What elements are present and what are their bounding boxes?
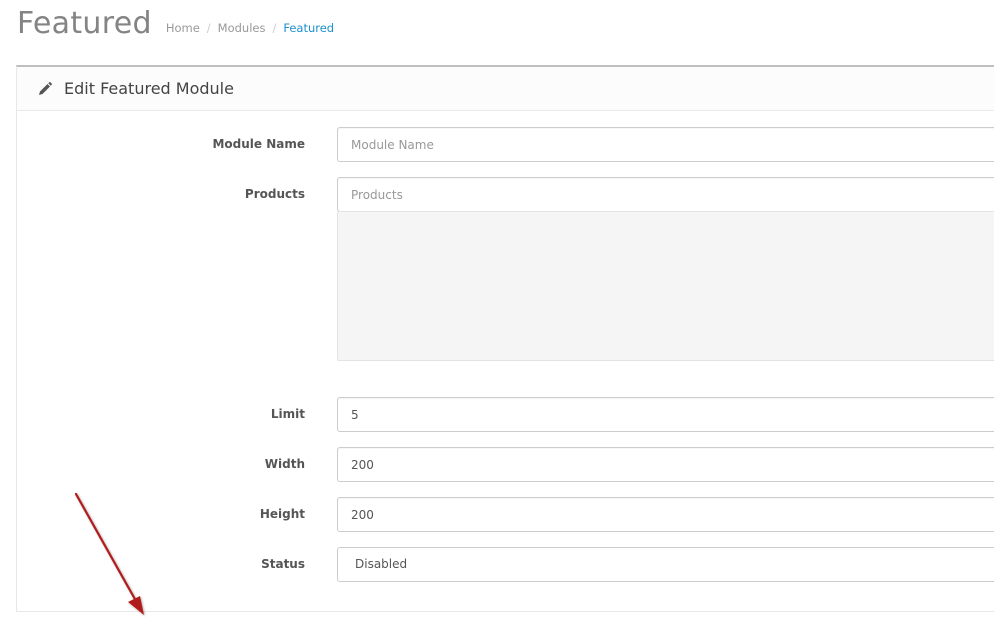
panel-title: Edit Featured Module	[64, 79, 234, 98]
module-name-input[interactable]	[337, 127, 994, 162]
breadcrumb-separator: /	[272, 21, 277, 35]
breadcrumb-home-link[interactable]: Home	[166, 20, 200, 36]
page-title: Featured	[17, 6, 152, 41]
breadcrumb-separator: /	[206, 21, 211, 35]
limit-input[interactable]	[337, 397, 994, 432]
status-label: Status	[261, 557, 305, 571]
edit-module-panel: Edit Featured Module Module Name Product…	[16, 65, 994, 612]
breadcrumb-modules-link[interactable]: Modules	[218, 20, 266, 36]
height-input[interactable]	[337, 497, 994, 532]
status-select[interactable]: Disabled	[337, 547, 994, 582]
breadcrumb-featured-link[interactable]: Featured	[283, 20, 334, 36]
products-list-box[interactable]	[337, 211, 994, 361]
page-header: Featured Home / Modules / Featured	[17, 0, 334, 44]
pencil-icon	[37, 81, 53, 97]
breadcrumb: Home / Modules / Featured	[166, 20, 334, 44]
module-name-label: Module Name	[212, 137, 305, 151]
products-input[interactable]	[337, 177, 994, 212]
width-input[interactable]	[337, 447, 994, 482]
height-label: Height	[259, 507, 305, 521]
products-label: Products	[244, 187, 305, 201]
panel-heading: Edit Featured Module	[17, 67, 994, 111]
limit-label: Limit	[270, 407, 305, 421]
width-label: Width	[264, 457, 305, 471]
